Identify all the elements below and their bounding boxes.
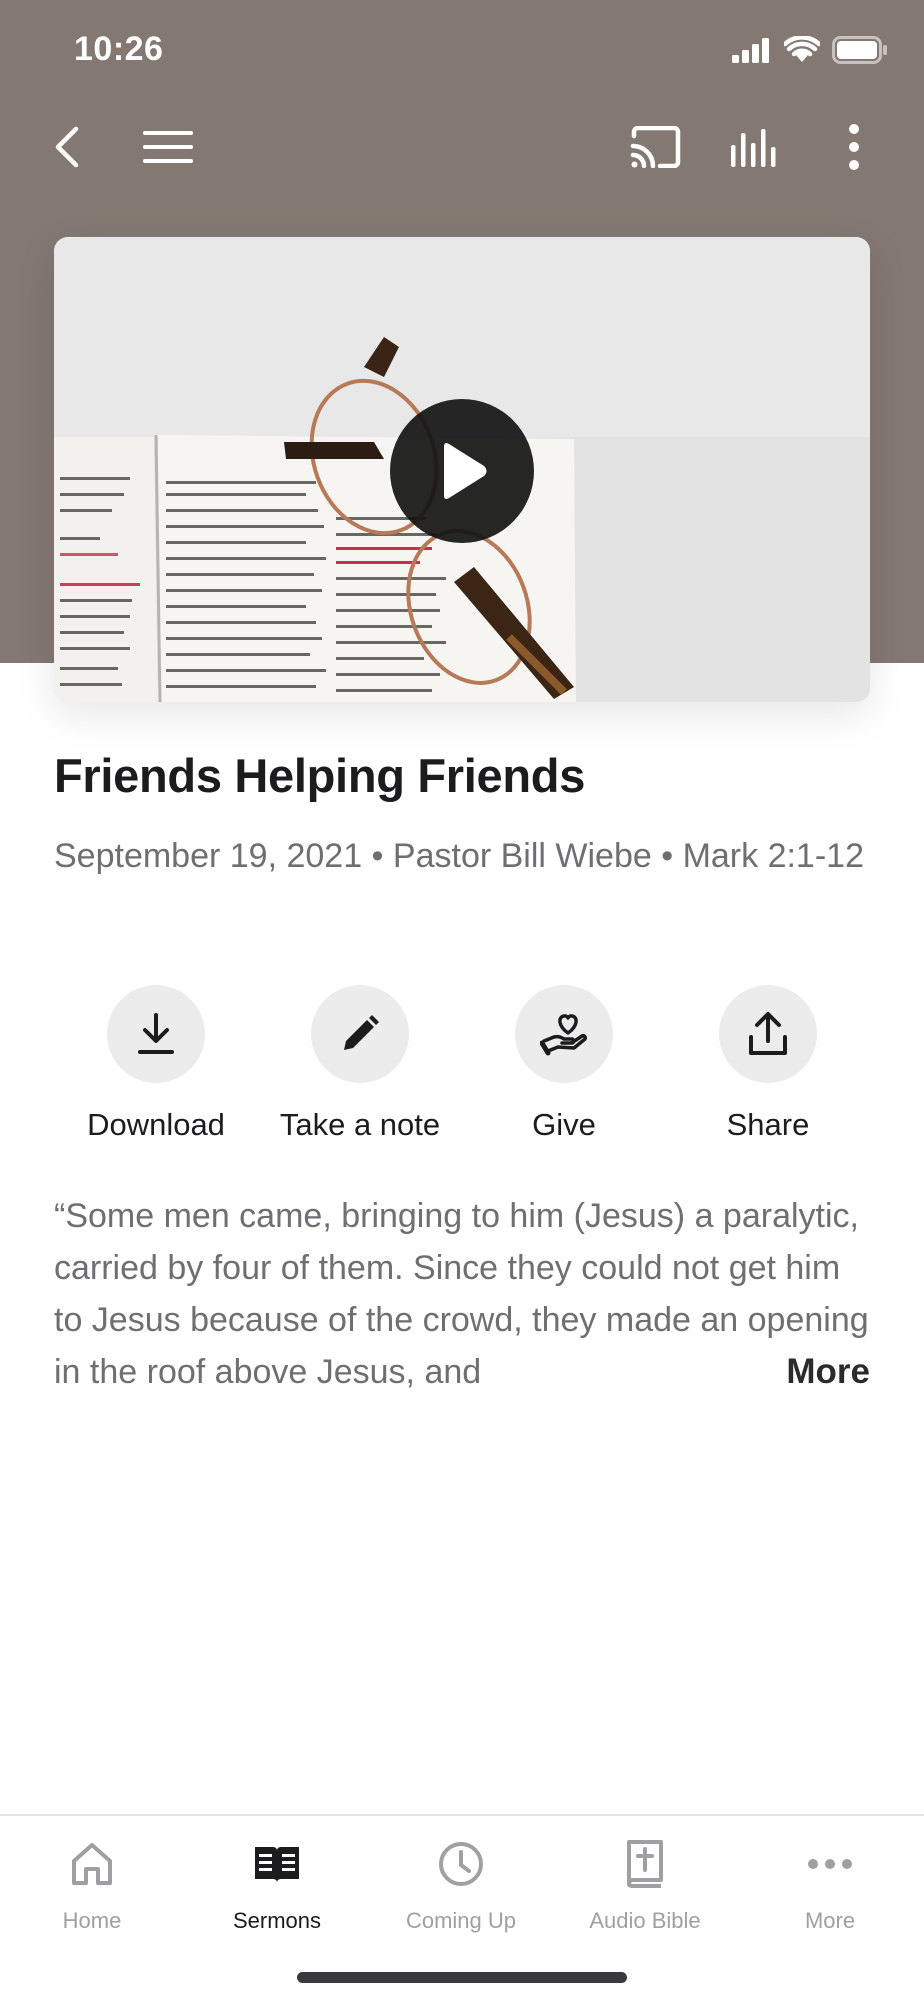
menu-button[interactable] <box>133 112 203 182</box>
tab-sermons[interactable]: Sermons <box>185 1836 369 1934</box>
sermon-actions: Download Take a note Give Share <box>54 985 870 1145</box>
clock-icon <box>433 1836 489 1892</box>
status-time: 10:26 <box>74 30 164 68</box>
download-button[interactable]: Download <box>54 985 258 1143</box>
tab-more[interactable]: More <box>738 1836 922 1934</box>
give-circle[interactable] <box>515 985 613 1083</box>
sermon-meta: September 19, 2021 • Pastor Bill Wiebe •… <box>54 837 864 875</box>
audio-button[interactable] <box>720 112 790 182</box>
tab-sermons-label: Sermons <box>232 1908 322 1933</box>
cellular-signal-icon <box>732 38 769 63</box>
tab-coming-up-label: Coming Up <box>405 1908 517 1933</box>
tab-coming-up[interactable]: Coming Up <box>369 1836 553 1934</box>
more-vertical-icon <box>849 124 859 170</box>
tab-home[interactable]: Home <box>0 1836 184 1934</box>
back-icon <box>55 126 79 168</box>
home-indicator[interactable] <box>297 1972 627 1983</box>
give-button[interactable]: Give <box>462 985 666 1143</box>
take-a-note-label: Take a note <box>279 1107 441 1142</box>
cast-button[interactable] <box>621 112 691 182</box>
share-icon <box>749 1012 787 1055</box>
home-icon <box>64 1836 120 1892</box>
take-a-note-circle[interactable] <box>311 985 409 1083</box>
status-bar: 10:26 <box>0 0 924 100</box>
audio-icon <box>731 129 776 167</box>
sermon-title: Friends Helping Friends <box>54 749 586 802</box>
bible-icon <box>617 1836 673 1892</box>
tab-audio-bible-label: Audio Bible <box>589 1908 701 1933</box>
download-label: Download <box>87 1107 225 1142</box>
more-horizontal-icon <box>802 1836 858 1892</box>
share-circle[interactable] <box>719 985 817 1083</box>
more-options-button[interactable] <box>819 112 889 182</box>
battery-icon <box>832 36 887 64</box>
give-label: Give <box>532 1107 596 1142</box>
more-description-button[interactable]: More <box>770 1346 870 1398</box>
download-icon <box>138 1013 174 1054</box>
pencil-icon <box>344 1015 379 1050</box>
status-icons <box>732 36 888 64</box>
give-heart-hand-icon <box>540 1014 587 1056</box>
download-circle[interactable] <box>107 985 205 1083</box>
play-button[interactable] <box>390 399 534 543</box>
top-navigation <box>0 112 924 182</box>
back-button[interactable] <box>32 112 102 182</box>
video-player[interactable] <box>54 237 870 702</box>
tab-audio-bible[interactable]: Audio Bible <box>553 1836 737 1934</box>
description-fade <box>700 1346 780 1398</box>
tab-home-label: Home <box>62 1908 122 1933</box>
tab-more-label: More <box>804 1908 856 1933</box>
share-label: Share <box>726 1107 810 1142</box>
book-icon <box>249 1836 305 1892</box>
share-button[interactable]: Share <box>666 985 870 1143</box>
play-icon <box>444 443 487 499</box>
cast-icon <box>630 126 681 168</box>
take-a-note-button[interactable]: Take a note <box>258 985 462 1143</box>
wifi-icon <box>784 36 820 62</box>
menu-icon <box>143 131 193 163</box>
